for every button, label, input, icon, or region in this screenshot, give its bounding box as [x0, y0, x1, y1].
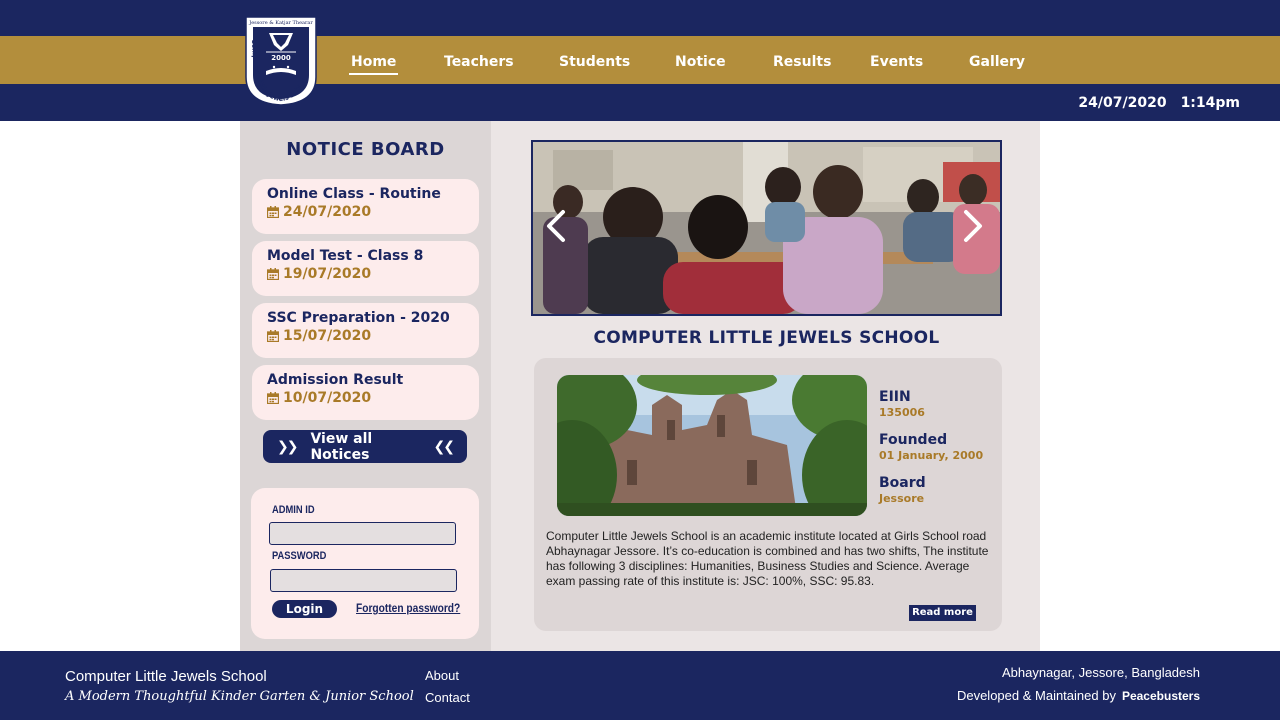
footer: Computer Little Jewels School A Modern T… [0, 651, 1280, 720]
current-date: 24/07/2020 [1078, 95, 1167, 111]
double-chevron-right-icon: ❯❯ [277, 438, 299, 455]
calendar-icon [267, 330, 279, 342]
footer-address: Abhaynagar, Jessore, Bangladesh [1001, 665, 1200, 680]
header-top-band [0, 0, 1280, 36]
school-building-photo [557, 375, 867, 516]
fact-label: Board [879, 475, 926, 491]
admin-id-label: ADMIN ID [272, 504, 315, 516]
fact-board: Board Jessore [879, 475, 926, 505]
fact-value: 135006 [879, 406, 925, 419]
nav-home[interactable]: Home [348, 36, 399, 84]
notice-title: Admission Result [267, 372, 404, 388]
fact-label: EIIN [879, 389, 911, 405]
admin-login-form: ADMIN ID PASSWORD Login Forgotten passwo… [251, 488, 479, 639]
nav-students[interactable]: Students [559, 36, 630, 84]
notice-title: Online Class - Routine [267, 186, 441, 202]
notice-title: SSC Preparation - 2020 [267, 310, 450, 326]
notice-item[interactable]: Model Test - Class 8 19/07/2020 [252, 241, 479, 296]
notice-date: 10/07/2020 [267, 390, 464, 406]
notice-date: 24/07/2020 [267, 204, 464, 220]
calendar-icon [267, 392, 279, 404]
school-logo[interactable]: Jessore & Katjar Thearar 2000 Computer L… [244, 15, 318, 106]
fact-value: 01 January, 2000 [879, 449, 984, 462]
calendar-icon [267, 206, 279, 218]
footer-developer-credit: Developed & Maintained by Peacebusters [956, 688, 1200, 703]
footer-tagline: A Modern Thoughtful Kinder Garten & Juni… [65, 689, 414, 704]
fact-eiin: EIIN 135006 [879, 389, 925, 419]
carousel-next-arrow-icon[interactable] [958, 206, 988, 246]
view-all-notices-button[interactable]: ❯❯ View all Notices ❮❮ [263, 430, 467, 463]
read-more-button[interactable]: Read more [909, 605, 976, 621]
notice-date: 15/07/2020 [267, 328, 464, 344]
main-content: COMPUTER LITTLE JEWELS SCHOOL EIIN 13500… [491, 121, 1040, 651]
notice-board-title: NOTICE BOARD [286, 139, 445, 160]
double-chevron-left-icon: ❮❮ [433, 438, 456, 455]
nav-events[interactable]: Events [870, 36, 923, 84]
notice-item[interactable]: Online Class - Routine 24/07/2020 [252, 179, 479, 234]
password-input[interactable] [270, 569, 457, 592]
logo-year: 2000 [271, 54, 291, 62]
school-title: COMPUTER LITTLE JEWELS SCHOOL [593, 328, 940, 348]
notice-date: 19/07/2020 [267, 266, 464, 282]
classroom-photo [533, 142, 1000, 314]
view-all-label: View all Notices [310, 430, 373, 463]
notice-title: Model Test - Class 8 [267, 248, 424, 264]
school-description: Computer Little Jewels School is an acad… [546, 529, 989, 588]
footer-contact-link[interactable]: Contact [425, 690, 470, 705]
nav-results[interactable]: Results [773, 36, 831, 84]
carousel-prev-arrow-icon[interactable] [541, 206, 571, 246]
footer-about-link[interactable]: About [425, 668, 459, 683]
school-info-card: EIIN 135006 Founded 01 January, 2000 Boa… [534, 358, 1002, 631]
fact-value: Jessore [879, 492, 925, 505]
admin-id-input[interactable] [269, 522, 456, 545]
nav-bar [0, 36, 1280, 84]
login-button[interactable]: Login [272, 600, 337, 618]
logo-top-text: Jessore & Katjar Thearar [248, 20, 313, 26]
notice-item[interactable]: SSC Preparation - 2020 15/07/2020 [252, 303, 479, 358]
image-carousel[interactable] [531, 140, 1002, 316]
forgot-password-link[interactable]: Forgotten password? [356, 601, 460, 615]
password-label: PASSWORD [272, 550, 327, 562]
calendar-icon [267, 268, 279, 280]
fact-founded: Founded 01 January, 2000 [879, 432, 983, 462]
developer-name[interactable]: Peacebusters [1122, 689, 1200, 703]
notice-item[interactable]: Admission Result 10/07/2020 [252, 365, 479, 420]
fact-label: Founded [879, 432, 948, 448]
header-datetime: 24/07/2020 1:14pm [1064, 84, 1240, 121]
footer-school-name: Computer Little Jewels School [65, 668, 267, 685]
nav-gallery[interactable]: Gallery [969, 36, 1025, 84]
nav-notice[interactable]: Notice [675, 36, 726, 84]
current-time: 1:14pm [1180, 95, 1240, 111]
nav-teachers[interactable]: Teachers [444, 36, 514, 84]
sidebar: NOTICE BOARD Online Class - Routine 24/0… [240, 121, 491, 651]
